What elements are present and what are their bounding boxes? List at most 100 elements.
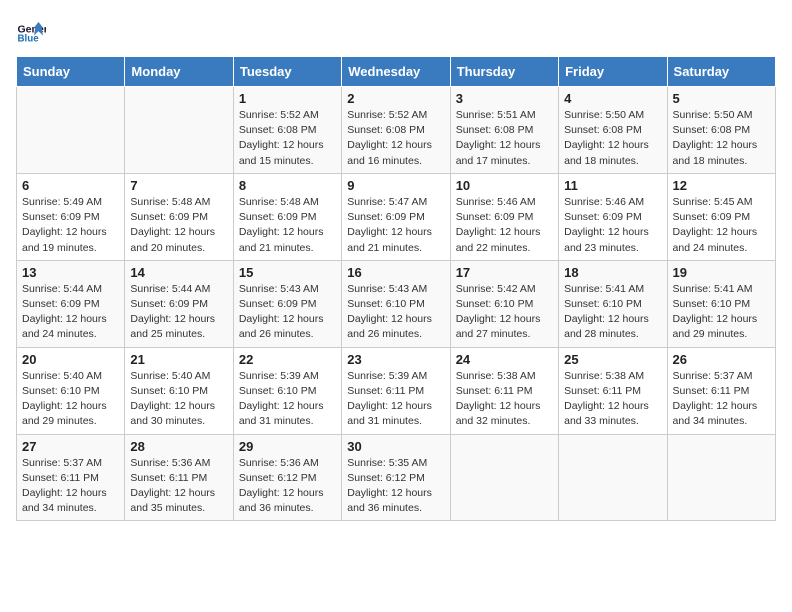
day-info: Sunrise: 5:47 AM Sunset: 6:09 PM Dayligh… [347,195,444,256]
day-info: Sunrise: 5:37 AM Sunset: 6:11 PM Dayligh… [22,456,119,517]
calendar-cell: 21 Sunrise: 5:40 AM Sunset: 6:10 PM Dayli… [125,347,233,434]
day-info: Sunrise: 5:52 AM Sunset: 6:08 PM Dayligh… [347,108,444,169]
day-info: Sunrise: 5:43 AM Sunset: 6:09 PM Dayligh… [239,282,336,343]
day-info: Sunrise: 5:43 AM Sunset: 6:10 PM Dayligh… [347,282,444,343]
day-number: 30 [347,439,444,454]
day-number: 4 [564,91,661,106]
day-number: 20 [22,352,119,367]
day-number: 23 [347,352,444,367]
calendar-cell: 22 Sunrise: 5:39 AM Sunset: 6:10 PM Dayli… [233,347,341,434]
page-header: General Blue [16,16,776,46]
day-info: Sunrise: 5:51 AM Sunset: 6:08 PM Dayligh… [456,108,553,169]
weekday-header-row: SundayMondayTuesdayWednesdayThursdayFrid… [17,57,776,87]
day-number: 7 [130,178,227,193]
calendar-cell [667,434,775,521]
day-info: Sunrise: 5:48 AM Sunset: 6:09 PM Dayligh… [239,195,336,256]
day-number: 2 [347,91,444,106]
day-info: Sunrise: 5:39 AM Sunset: 6:11 PM Dayligh… [347,369,444,430]
calendar-cell [17,87,125,174]
calendar-cell: 15Sunrise: 5:43 AM Sunset: 6:09 PM Dayli… [233,260,341,347]
calendar-cell: 10 Sunrise: 5:46 AM Sunset: 6:09 PM Dayli… [450,173,558,260]
weekday-header-cell: Saturday [667,57,775,87]
weekday-header-cell: Monday [125,57,233,87]
day-info: Sunrise: 5:42 AM Sunset: 6:10 PM Dayligh… [456,282,553,343]
day-info: Sunrise: 5:39 AM Sunset: 6:10 PM Dayligh… [239,369,336,430]
day-number: 13 [22,265,119,280]
day-info: Sunrise: 5:40 AM Sunset: 6:10 PM Dayligh… [22,369,119,430]
day-info: Sunrise: 5:45 AM Sunset: 6:09 PM Dayligh… [673,195,770,256]
day-info: Sunrise: 5:38 AM Sunset: 6:11 PM Dayligh… [564,369,661,430]
weekday-header-cell: Friday [559,57,667,87]
day-info: Sunrise: 5:41 AM Sunset: 6:10 PM Dayligh… [673,282,770,343]
day-number: 29 [239,439,336,454]
calendar-cell: 18Sunrise: 5:41 AM Sunset: 6:10 PM Dayli… [559,260,667,347]
day-number: 11 [564,178,661,193]
calendar-cell: 7 Sunrise: 5:48 AM Sunset: 6:09 PM Daylig… [125,173,233,260]
day-number: 1 [239,91,336,106]
day-number: 6 [22,178,119,193]
day-number: 5 [673,91,770,106]
calendar-cell: 28 Sunrise: 5:36 AM Sunset: 6:11 PM Dayli… [125,434,233,521]
day-number: 27 [22,439,119,454]
day-info: Sunrise: 5:48 AM Sunset: 6:09 PM Dayligh… [130,195,227,256]
calendar-cell: 1 Sunrise: 5:52 AM Sunset: 6:08 PM Daylig… [233,87,341,174]
calendar-cell: 23 Sunrise: 5:39 AM Sunset: 6:11 PM Dayli… [342,347,450,434]
calendar-week-row: 13Sunrise: 5:44 AM Sunset: 6:09 PM Dayli… [17,260,776,347]
day-number: 24 [456,352,553,367]
weekday-header-cell: Sunday [17,57,125,87]
logo: General Blue [16,16,46,46]
day-number: 25 [564,352,661,367]
calendar-cell: 4 Sunrise: 5:50 AM Sunset: 6:08 PM Daylig… [559,87,667,174]
calendar-week-row: 27 Sunrise: 5:37 AM Sunset: 6:11 PM Dayli… [17,434,776,521]
calendar-cell: 24 Sunrise: 5:38 AM Sunset: 6:11 PM Dayli… [450,347,558,434]
day-info: Sunrise: 5:37 AM Sunset: 6:11 PM Dayligh… [673,369,770,430]
calendar-cell [559,434,667,521]
calendar-cell: 14Sunrise: 5:44 AM Sunset: 6:09 PM Dayli… [125,260,233,347]
calendar-cell: 26 Sunrise: 5:37 AM Sunset: 6:11 PM Dayli… [667,347,775,434]
day-number: 28 [130,439,227,454]
calendar-cell: 20 Sunrise: 5:40 AM Sunset: 6:10 PM Dayli… [17,347,125,434]
day-info: Sunrise: 5:35 AM Sunset: 6:12 PM Dayligh… [347,456,444,517]
day-number: 19 [673,265,770,280]
day-number: 8 [239,178,336,193]
calendar-cell: 29Sunrise: 5:36 AM Sunset: 6:12 PM Dayli… [233,434,341,521]
day-number: 14 [130,265,227,280]
day-info: Sunrise: 5:40 AM Sunset: 6:10 PM Dayligh… [130,369,227,430]
calendar-cell: 9 Sunrise: 5:47 AM Sunset: 6:09 PM Daylig… [342,173,450,260]
calendar-cell: 2 Sunrise: 5:52 AM Sunset: 6:08 PM Daylig… [342,87,450,174]
day-info: Sunrise: 5:36 AM Sunset: 6:11 PM Dayligh… [130,456,227,517]
day-info: Sunrise: 5:38 AM Sunset: 6:11 PM Dayligh… [456,369,553,430]
calendar-cell: 11 Sunrise: 5:46 AM Sunset: 6:09 PM Dayli… [559,173,667,260]
day-number: 22 [239,352,336,367]
calendar-week-row: 6 Sunrise: 5:49 AM Sunset: 6:09 PM Daylig… [17,173,776,260]
calendar-week-row: 20 Sunrise: 5:40 AM Sunset: 6:10 PM Dayli… [17,347,776,434]
calendar-cell: 27 Sunrise: 5:37 AM Sunset: 6:11 PM Dayli… [17,434,125,521]
day-info: Sunrise: 5:49 AM Sunset: 6:09 PM Dayligh… [22,195,119,256]
calendar-cell: 8 Sunrise: 5:48 AM Sunset: 6:09 PM Daylig… [233,173,341,260]
calendar-table: SundayMondayTuesdayWednesdayThursdayFrid… [16,56,776,521]
calendar-cell: 12 Sunrise: 5:45 AM Sunset: 6:09 PM Dayli… [667,173,775,260]
calendar-cell: 3Sunrise: 5:51 AM Sunset: 6:08 PM Daylig… [450,87,558,174]
weekday-header-cell: Wednesday [342,57,450,87]
day-number: 10 [456,178,553,193]
calendar-cell: 30 Sunrise: 5:35 AM Sunset: 6:12 PM Dayli… [342,434,450,521]
calendar-cell: 6 Sunrise: 5:49 AM Sunset: 6:09 PM Daylig… [17,173,125,260]
calendar-cell: 25 Sunrise: 5:38 AM Sunset: 6:11 PM Dayli… [559,347,667,434]
day-number: 26 [673,352,770,367]
calendar-cell: 13Sunrise: 5:44 AM Sunset: 6:09 PM Dayli… [17,260,125,347]
svg-text:Blue: Blue [18,34,40,45]
calendar-week-row: 1 Sunrise: 5:52 AM Sunset: 6:08 PM Daylig… [17,87,776,174]
day-number: 18 [564,265,661,280]
day-number: 12 [673,178,770,193]
weekday-header-cell: Tuesday [233,57,341,87]
day-info: Sunrise: 5:52 AM Sunset: 6:08 PM Dayligh… [239,108,336,169]
day-info: Sunrise: 5:46 AM Sunset: 6:09 PM Dayligh… [564,195,661,256]
logo-icon: General Blue [16,16,46,46]
calendar-cell: 19 Sunrise: 5:41 AM Sunset: 6:10 PM Dayli… [667,260,775,347]
calendar-cell: 16Sunrise: 5:43 AM Sunset: 6:10 PM Dayli… [342,260,450,347]
day-number: 17 [456,265,553,280]
day-info: Sunrise: 5:46 AM Sunset: 6:09 PM Dayligh… [456,195,553,256]
day-number: 9 [347,178,444,193]
day-info: Sunrise: 5:50 AM Sunset: 6:08 PM Dayligh… [564,108,661,169]
day-number: 21 [130,352,227,367]
